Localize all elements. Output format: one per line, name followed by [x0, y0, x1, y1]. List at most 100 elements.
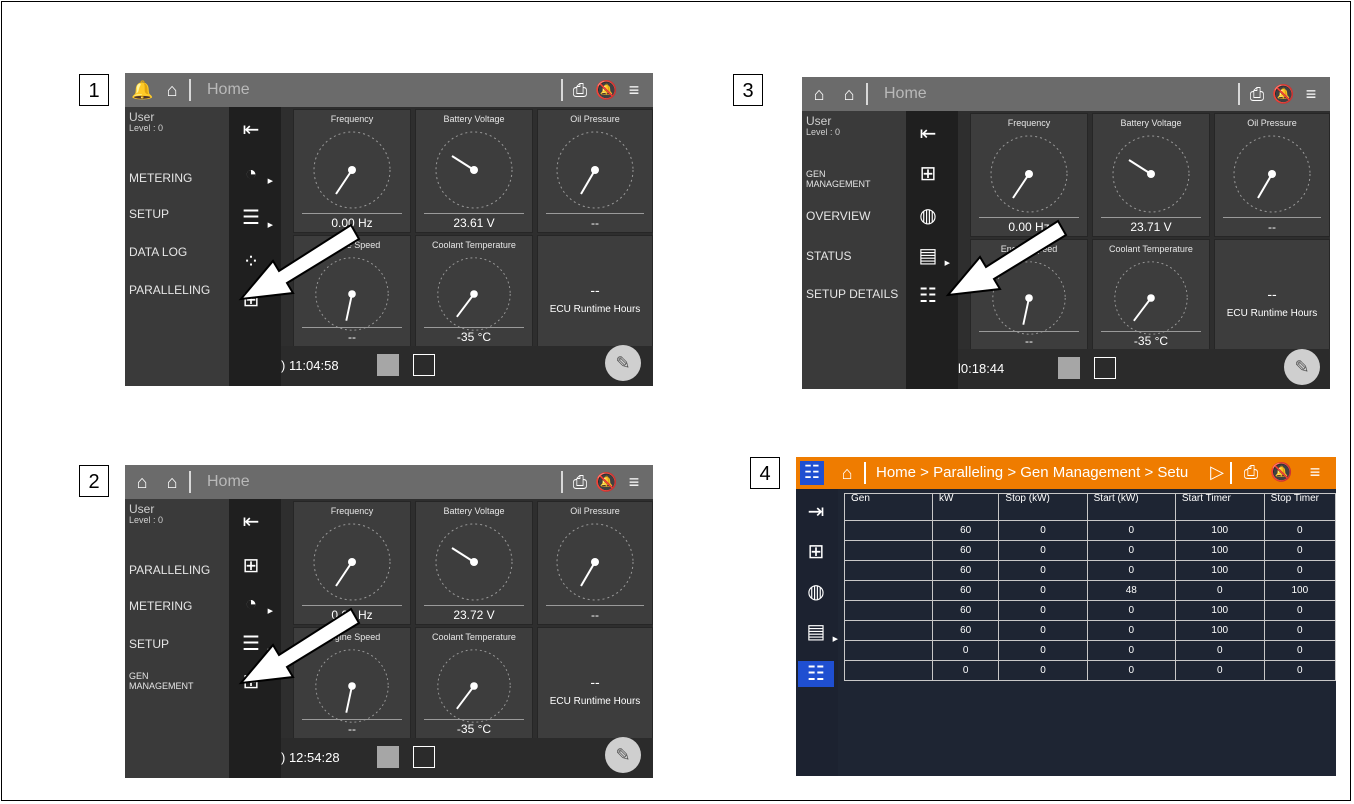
status-list-icon[interactable]: ▤ ▶	[802, 619, 838, 645]
table-cell[interactable]	[844, 600, 933, 621]
table-cell[interactable]: 0	[1086, 600, 1176, 621]
table-row[interactable]: 60 0 0 100 0	[844, 620, 1336, 641]
table-cell[interactable]: 48	[1086, 580, 1176, 601]
alarm-bell-icon[interactable]: 🔔	[131, 79, 153, 101]
home-icon[interactable]: ⌂	[131, 471, 153, 493]
print-icon[interactable]: ⎙	[569, 79, 591, 101]
sort-icon[interactable]: ≡	[623, 471, 645, 493]
sort-icon[interactable]: ≡	[1300, 83, 1322, 105]
status-indicator-grey[interactable]	[377, 746, 399, 768]
table-row[interactable]: 00000	[844, 660, 1336, 681]
alarm-mute-icon[interactable]: 🔕	[1272, 83, 1294, 105]
menu-item-management[interactable]: MANAGEMENT	[129, 681, 194, 691]
menu-item-setup[interactable]: SETUP	[129, 207, 169, 221]
status-indicator-grey[interactable]	[377, 354, 399, 376]
status-indicator-outline[interactable]	[413, 746, 435, 768]
table-cell[interactable]: 0	[998, 560, 1088, 581]
table-cell[interactable]: 60	[931, 620, 1000, 641]
table-cell[interactable]: 0	[1174, 580, 1265, 601]
table-cell[interactable]: 0	[1263, 600, 1336, 621]
gauge-icon[interactable]: ◔ ▶	[237, 161, 273, 187]
table-cell[interactable]: 0	[998, 640, 1088, 661]
table-cell[interactable]: 100	[1174, 620, 1265, 641]
table-cell[interactable]: 100	[1263, 580, 1336, 601]
table-cell[interactable]	[844, 560, 933, 581]
table-cell[interactable]: 60	[931, 600, 1000, 621]
table-cell[interactable]: 100	[1174, 560, 1265, 581]
alarm-mute-icon[interactable]: 🔕	[595, 79, 617, 101]
table-cell[interactable]: 0	[998, 540, 1088, 561]
table-cell[interactable]: 0	[998, 660, 1088, 681]
print-icon[interactable]: ⎙	[569, 471, 591, 493]
table-row[interactable]: 60 0 0 100 0	[844, 520, 1336, 541]
gen-management-icon[interactable]: ⊞	[802, 539, 830, 565]
globe-icon[interactable]: ◍	[802, 579, 830, 605]
table-cell[interactable]: 100	[1174, 540, 1265, 561]
menu-item-status[interactable]: STATUS	[806, 249, 852, 263]
table-cell[interactable]: 60	[931, 580, 1000, 601]
home-icon[interactable]: ⌂	[838, 83, 860, 105]
edit-pencil-button[interactable]: ✎	[1284, 349, 1320, 385]
menu-item-data-log[interactable]: DATA LOG	[129, 245, 187, 259]
table-cell[interactable]	[844, 520, 933, 541]
status-indicator-outline[interactable]	[413, 354, 435, 376]
menu-item-management[interactable]: MANAGEMENT	[806, 179, 871, 189]
alarm-mute-icon[interactable]: 🔕	[1270, 461, 1292, 483]
table-cell[interactable]: 0	[1263, 560, 1336, 581]
edit-pencil-button[interactable]: ✎	[605, 345, 641, 381]
home-icon[interactable]: ⌂	[808, 83, 830, 105]
table-cell[interactable]: 0	[1086, 560, 1176, 581]
table-cell[interactable]: 0	[1086, 620, 1176, 641]
table-cell[interactable]: 0	[1174, 660, 1265, 681]
status-indicator-outline[interactable]	[1094, 357, 1116, 379]
table-cell[interactable]: 0	[1086, 660, 1176, 681]
play-forward-icon[interactable]: ▷	[1206, 461, 1228, 483]
menu-item-paralleling[interactable]: PARALLELING	[129, 563, 210, 577]
alarm-mute-icon[interactable]: 🔕	[595, 471, 617, 493]
table-cell[interactable]: 60	[931, 560, 1000, 581]
table-cell[interactable]: 0	[998, 620, 1088, 641]
table-row[interactable]: 60 0 0 100 0	[844, 540, 1336, 561]
expand-menu-icon[interactable]: ⇥	[802, 499, 830, 525]
collapse-menu-icon[interactable]: ⇤	[914, 121, 942, 147]
setup-details-icon[interactable]: ☷	[914, 283, 942, 309]
print-icon[interactable]: ⎙	[1240, 461, 1262, 483]
collapse-menu-icon[interactable]: ⇤	[237, 117, 265, 143]
menu-item-setup[interactable]: SETUP	[129, 637, 169, 651]
menu-item-gen[interactable]: GEN	[806, 169, 826, 179]
sort-icon[interactable]: ≡	[623, 79, 645, 101]
menu-item-paralleling[interactable]: PARALLELING	[129, 283, 210, 297]
table-cell[interactable]: 0	[931, 660, 1000, 681]
home-icon[interactable]: ⌂	[161, 471, 183, 493]
table-cell[interactable]: 60	[931, 520, 1000, 541]
status-list-icon[interactable]: ▤ ▶	[914, 243, 950, 269]
table-cell[interactable]: 0	[1086, 540, 1176, 561]
home-icon[interactable]: ⌂	[161, 79, 183, 101]
table-cell[interactable]	[844, 540, 933, 561]
sort-icon[interactable]: ≡	[1304, 461, 1326, 483]
menu-item-gen[interactable]: GEN	[129, 671, 149, 681]
table-row[interactable]: 00000	[844, 640, 1336, 661]
table-cell[interactable]: 0	[1086, 520, 1176, 541]
status-indicator-grey[interactable]	[1058, 357, 1080, 379]
table-cell[interactable]	[844, 620, 933, 641]
table-cell[interactable]: 100	[1174, 520, 1265, 541]
setup-details-icon[interactable]: ☷	[798, 661, 834, 687]
table-cell[interactable]: 0	[998, 600, 1088, 621]
edit-pencil-button[interactable]: ✎	[605, 737, 641, 773]
table-row[interactable]: 60 0 0 100 0	[844, 560, 1336, 581]
print-icon[interactable]: ⎙	[1246, 83, 1268, 105]
table-cell[interactable]	[844, 660, 933, 681]
menu-item-setup-details[interactable]: SETUP DETAILS	[806, 287, 898, 301]
table-cell[interactable]: 0	[1263, 640, 1336, 661]
table-cell[interactable]: 0	[931, 640, 1000, 661]
home-icon[interactable]: ⌂	[836, 462, 858, 484]
table-cell[interactable]: 0	[998, 580, 1088, 601]
collapse-menu-icon[interactable]: ⇤	[237, 509, 265, 535]
table-cell[interactable]	[844, 580, 933, 601]
table-cell[interactable]: 0	[1263, 520, 1336, 541]
menu-item-metering[interactable]: METERING	[129, 599, 192, 613]
setup-details-icon[interactable]: ☷	[800, 461, 824, 485]
gen-management-icon[interactable]: ⊞	[914, 161, 942, 187]
table-cell[interactable]: 0	[1263, 540, 1336, 561]
